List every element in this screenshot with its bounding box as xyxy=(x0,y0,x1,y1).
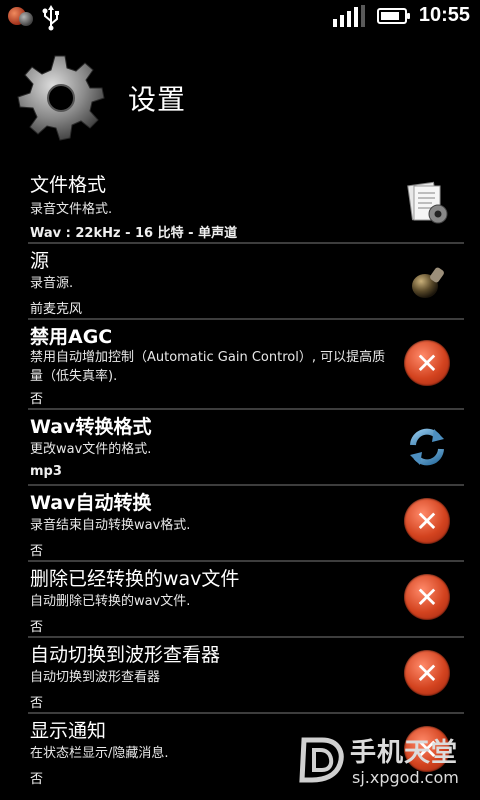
setting-summary: 自动删除已转换的wav文件. xyxy=(30,594,191,609)
microphone-icon xyxy=(412,267,444,298)
file-format-icon xyxy=(407,181,448,224)
settings-list: 文件格式 录音文件格式. Wav : 22kHz - 16 比特 - 单声道 源… xyxy=(0,160,480,788)
setting-value: 否 xyxy=(30,620,44,635)
setting-value: 否 xyxy=(30,696,44,711)
setting-summary: 录音结束自动转换wav格式. xyxy=(30,518,191,533)
setting-value: mp3 xyxy=(30,464,62,479)
setting-value: 否 xyxy=(30,544,44,559)
setting-title: 自动切换到波形查看器 xyxy=(30,644,221,666)
setting-wav-auto-convert[interactable]: Wav自动转换 录音结束自动转换wav格式. 否 ✕ xyxy=(8,486,464,560)
setting-value: 前麦克风 xyxy=(30,302,83,317)
disabled-x-icon: ✕ xyxy=(404,574,450,620)
setting-summary: 录音源. xyxy=(30,276,74,291)
disabled-x-icon: ✕ xyxy=(404,340,450,386)
setting-summary: 禁用自动增加控制（Automatic Gain Control）, 可以提高质量… xyxy=(30,350,386,384)
app-notification-icon xyxy=(8,5,34,31)
setting-file-format[interactable]: 文件格式 录音文件格式. Wav : 22kHz - 16 比特 - 单声道 xyxy=(8,160,464,242)
setting-delete-converted-wav[interactable]: 删除已经转换的wav文件 自动删除已转换的wav文件. 否 ✕ xyxy=(8,562,464,636)
setting-value: 否 xyxy=(30,772,44,787)
watermark-url: sj.xpgod.com xyxy=(352,768,459,787)
signal-icon xyxy=(332,4,365,27)
watermark: 手机天堂 sj.xpgod.com xyxy=(294,732,474,794)
status-bar: 10:55 xyxy=(0,0,480,38)
page-title: 设置 xyxy=(128,83,187,116)
setting-title: Wav转换格式 xyxy=(30,416,152,438)
setting-wav-convert-format[interactable]: Wav转换格式 更改wav文件的格式. mp3 xyxy=(8,410,464,484)
setting-auto-switch-waveform[interactable]: 自动切换到波形查看器 自动切换到波形查看器 否 ✕ xyxy=(8,638,464,712)
status-time: 10:55 xyxy=(418,4,470,26)
usb-icon xyxy=(42,5,59,31)
setting-title: Wav自动转换 xyxy=(30,492,152,514)
convert-refresh-icon xyxy=(410,428,444,466)
setting-title: 文件格式 xyxy=(30,174,107,196)
setting-value: Wav : 22kHz - 16 比特 - 单声道 xyxy=(30,226,238,241)
setting-title: 显示通知 xyxy=(30,720,107,742)
disabled-x-icon: ✕ xyxy=(404,498,450,544)
gear-icon xyxy=(17,55,105,141)
battery-icon xyxy=(376,7,410,24)
setting-disable-agc[interactable]: 禁用AGC 禁用自动增加控制（Automatic Gain Control）, … xyxy=(8,320,464,408)
disabled-x-icon: ✕ xyxy=(404,650,450,696)
setting-summary: 录音文件格式. xyxy=(30,202,113,217)
setting-title: 禁用AGC xyxy=(30,326,113,348)
setting-summary: 自动切换到波形查看器 xyxy=(30,670,161,685)
setting-summary: 更改wav文件的格式. xyxy=(30,442,152,457)
setting-source[interactable]: 源 录音源. 前麦克风 xyxy=(8,244,464,318)
settings-header: 设置 xyxy=(0,38,480,148)
setting-title: 源 xyxy=(30,250,50,272)
watermark-logo-icon xyxy=(299,737,344,783)
setting-title: 删除已经转换的wav文件 xyxy=(30,568,240,590)
watermark-name: 手机天堂 xyxy=(350,738,459,768)
setting-value: 否 xyxy=(30,392,44,407)
